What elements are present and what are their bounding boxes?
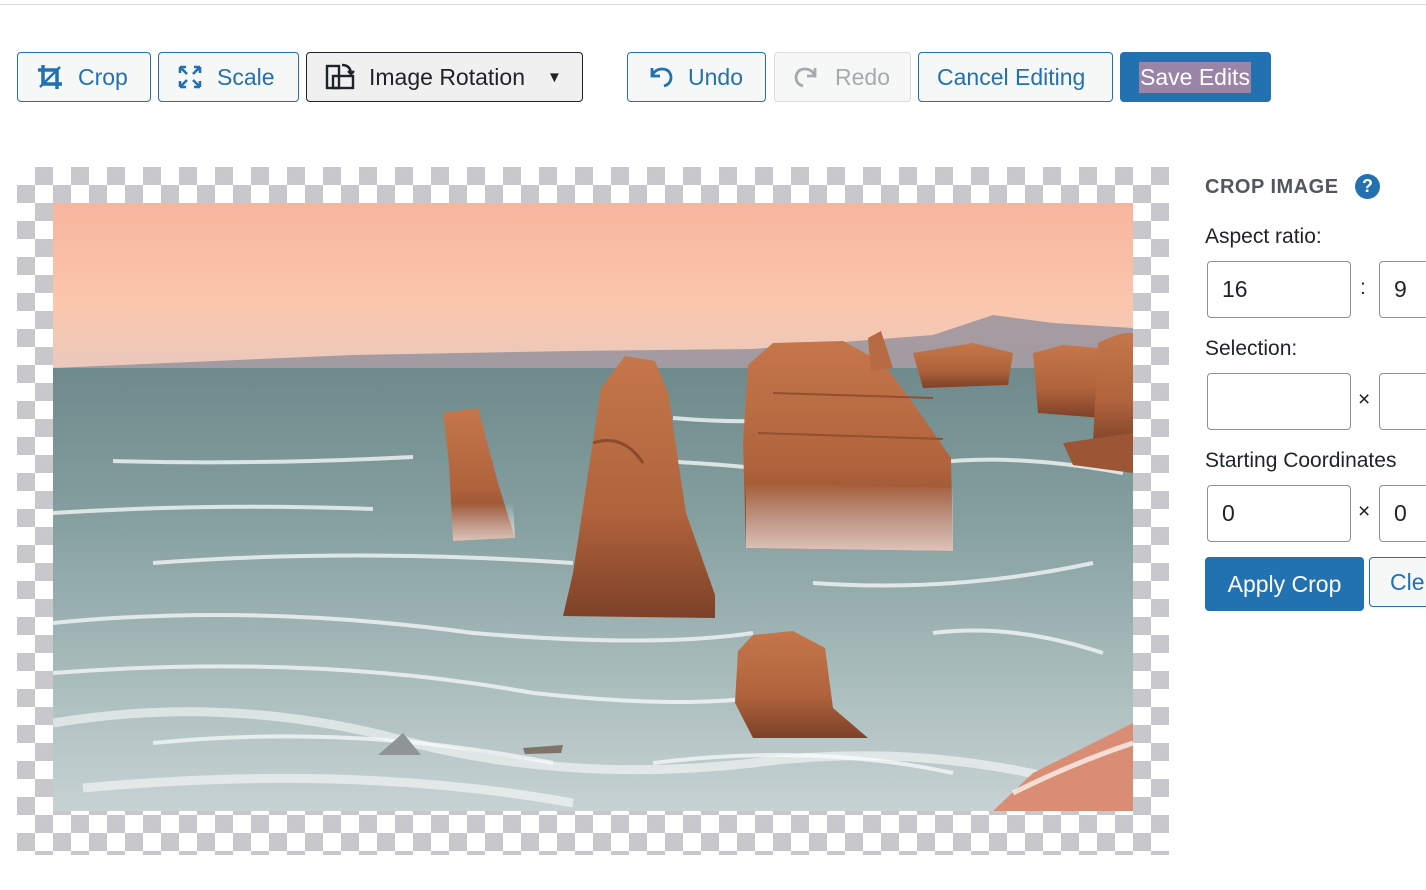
redo-label: Redo	[835, 63, 890, 90]
selection-label: Selection:	[1205, 337, 1298, 360]
image-rotation-dropdown[interactable]: Image Rotation ▼	[306, 52, 583, 102]
redo-button[interactable]: Redo	[774, 52, 911, 102]
scale-label: Scale	[217, 63, 275, 90]
aspect-height-input[interactable]	[1379, 261, 1426, 318]
undo-label: Undo	[688, 63, 743, 90]
rotation-icon	[325, 63, 355, 90]
panel-title: CROP IMAGE	[1205, 176, 1339, 198]
caret-down-icon: ▼	[546, 68, 562, 86]
crop-icon	[38, 65, 62, 89]
clear-selection-button[interactable]: Cle	[1369, 557, 1426, 607]
top-divider	[0, 0, 1426, 5]
image-canvas[interactable]	[17, 167, 1169, 855]
starting-coordinates-label: Starting Coordinates	[1205, 449, 1397, 472]
start-y-input[interactable]	[1379, 485, 1426, 542]
selection-width-input[interactable]	[1207, 373, 1351, 430]
undo-button[interactable]: Undo	[627, 52, 766, 102]
cancel-editing-button[interactable]: Cancel Editing	[918, 52, 1113, 102]
crop-label: Crop	[78, 63, 128, 90]
aspect-width-input[interactable]	[1207, 261, 1351, 318]
crop-button[interactable]: Crop	[17, 52, 151, 102]
save-label: Save Edits	[1139, 61, 1251, 93]
start-x-input[interactable]	[1207, 485, 1351, 542]
aspect-ratio-label: Aspect ratio:	[1205, 225, 1322, 248]
coords-separator: ×	[1358, 500, 1371, 523]
scale-button[interactable]: Scale	[158, 52, 299, 102]
apply-crop-button[interactable]: Apply Crop	[1205, 557, 1364, 611]
rotation-label: Image Rotation	[369, 63, 525, 90]
aspect-separator: :	[1360, 276, 1366, 299]
redo-icon	[794, 67, 817, 88]
scale-icon	[178, 65, 202, 89]
save-edits-button[interactable]: Save Edits	[1120, 52, 1271, 102]
cancel-label: Cancel Editing	[937, 63, 1086, 90]
crop-image-panel: CROP IMAGE ? Aspect ratio: : Selection: …	[1205, 172, 1426, 632]
selection-height-input[interactable]	[1379, 373, 1426, 430]
edited-image	[53, 203, 1133, 811]
undo-icon	[650, 67, 673, 88]
selection-separator: ×	[1358, 388, 1371, 411]
help-icon[interactable]: ?	[1355, 174, 1380, 199]
